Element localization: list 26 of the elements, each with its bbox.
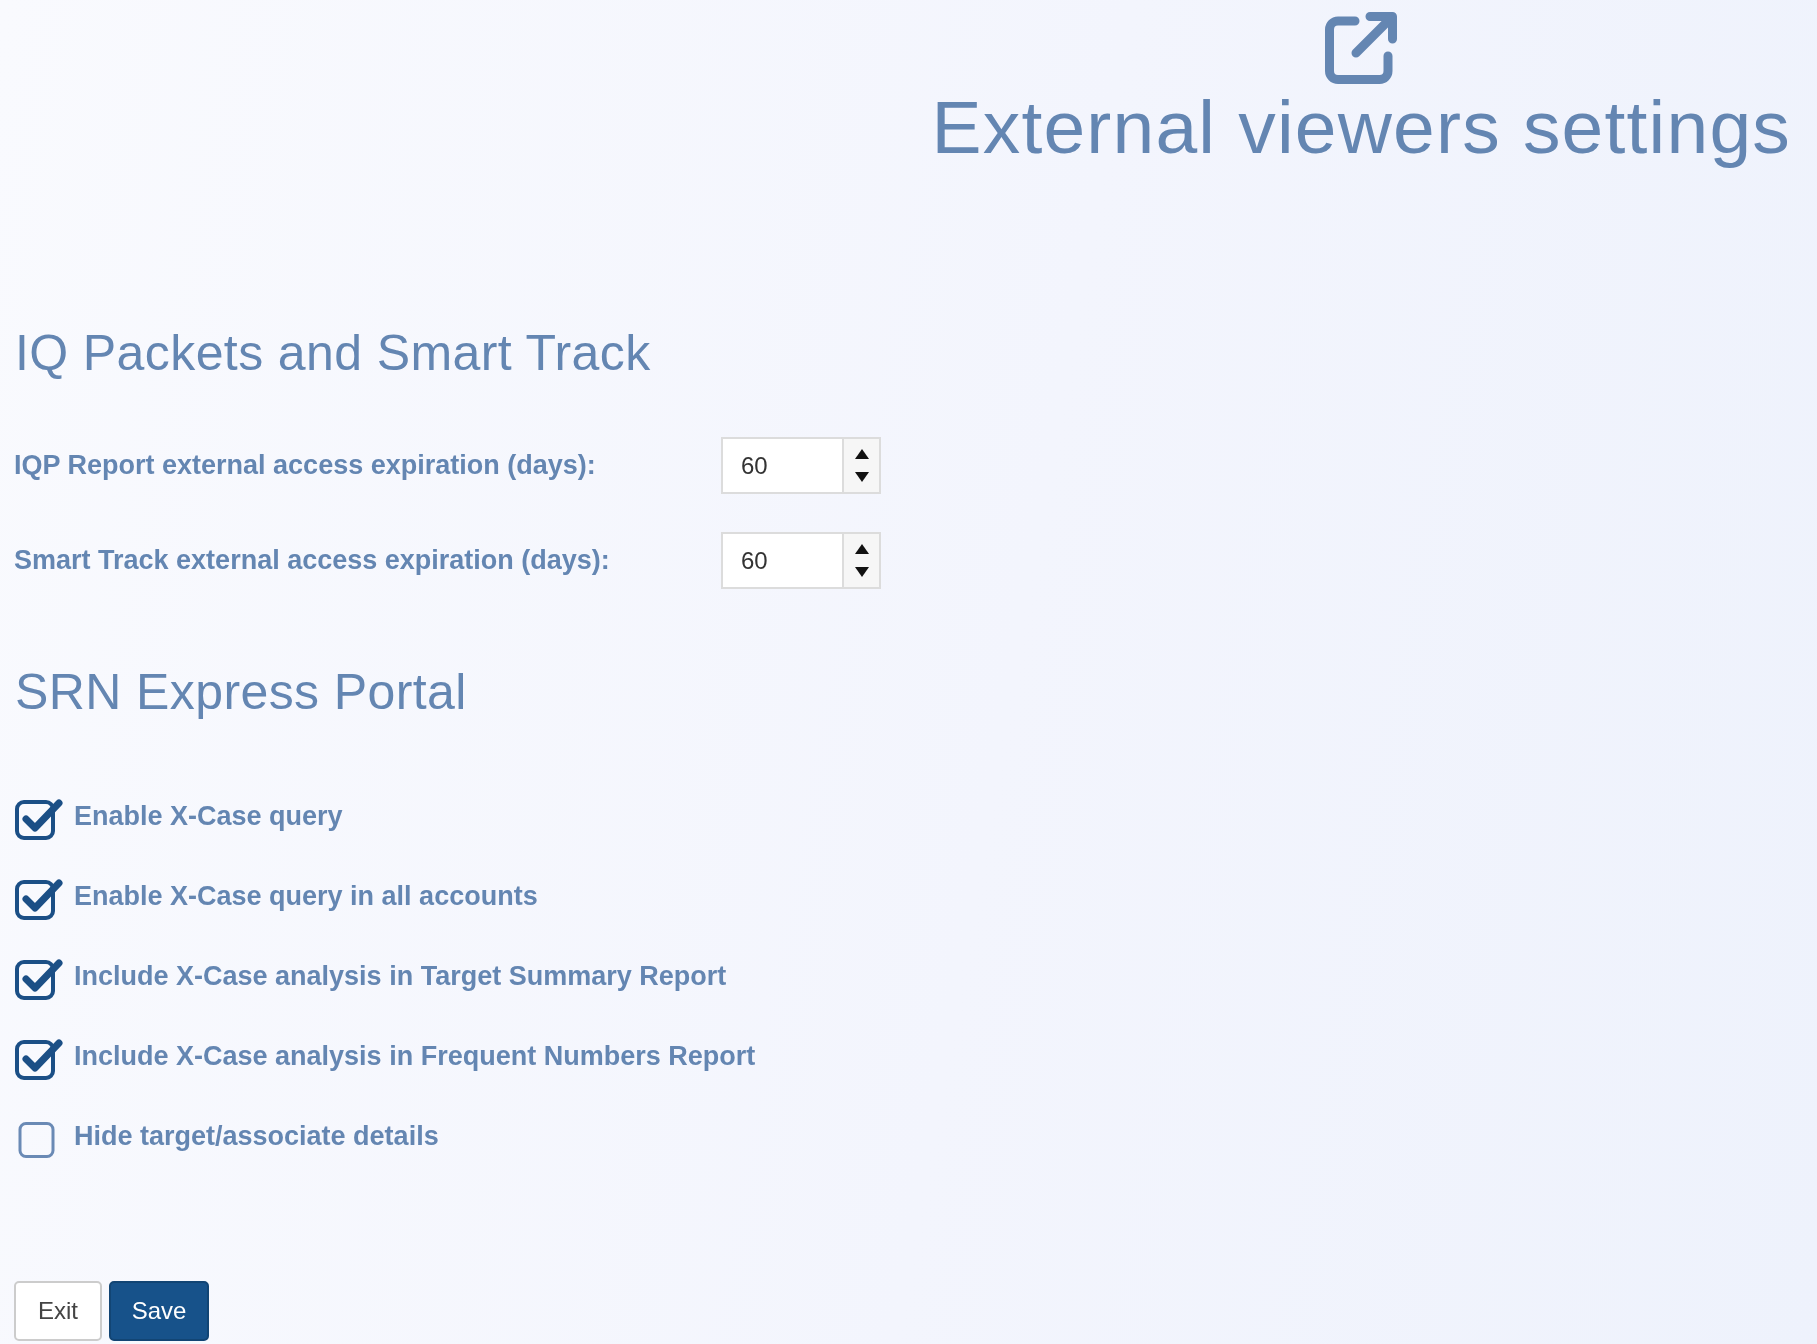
up-triangle-icon xyxy=(854,449,869,460)
checkbox[interactable] xyxy=(15,1038,63,1080)
exit-button[interactable]: Exit xyxy=(14,1281,102,1341)
checkbox[interactable] xyxy=(15,878,63,920)
checkbox[interactable] xyxy=(15,958,63,1000)
field-label: Smart Track external access expiration (days): xyxy=(14,545,611,576)
checkbox-label: Include X-Case analysis in Target Summary Report xyxy=(74,960,727,992)
down-triangle-icon xyxy=(854,566,869,577)
decrement-button[interactable] xyxy=(842,465,881,494)
down-triangle-icon xyxy=(854,471,869,482)
section-heading: SRN Express Portal xyxy=(15,667,467,717)
increment-button[interactable] xyxy=(842,532,881,561)
checkbox-label: Enable X-Case query xyxy=(74,800,343,832)
save-button[interactable]: Save xyxy=(109,1281,209,1341)
decrement-button[interactable] xyxy=(842,560,881,589)
number-field[interactable]: 60 xyxy=(721,437,842,494)
section-heading: IQ Packets and Smart Track xyxy=(15,328,651,378)
up-triangle-icon xyxy=(854,544,869,555)
checkbox-label: Enable X-Case query in all accounts xyxy=(74,880,538,912)
field-label: IQP Report external access expiration (days): xyxy=(14,450,597,481)
checkbox[interactable] xyxy=(15,798,63,840)
checkbox-label: Include X-Case analysis in Frequent Numbers Report xyxy=(74,1040,756,1072)
checkbox-label: Hide target/associate details xyxy=(74,1120,439,1152)
number-field[interactable]: 60 xyxy=(721,532,842,589)
increment-button[interactable] xyxy=(842,437,881,466)
external-link-icon xyxy=(1325,12,1398,84)
